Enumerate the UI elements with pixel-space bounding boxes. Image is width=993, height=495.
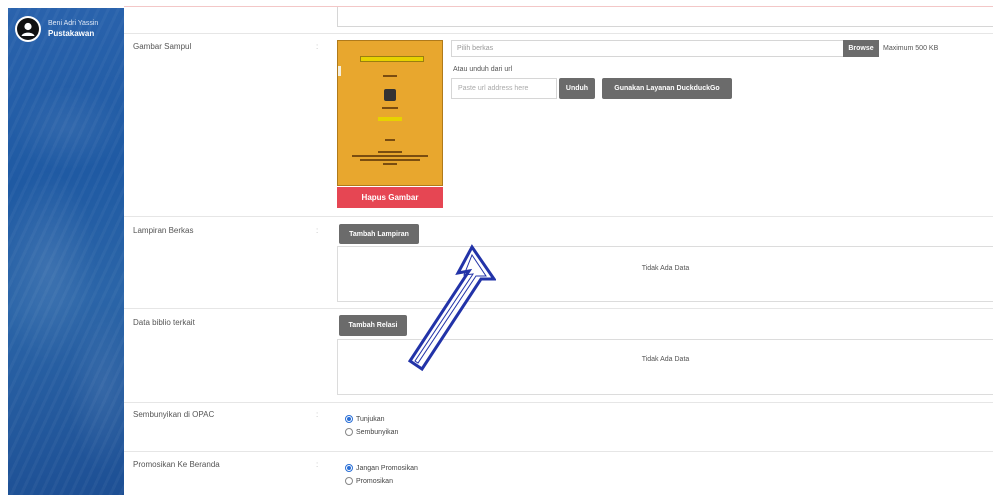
radio-unselected-icon[interactable] [345, 477, 353, 485]
cover-colon: : [316, 42, 319, 51]
avatar[interactable] [15, 16, 41, 42]
url-label: Atau unduh dari url [453, 66, 513, 73]
radio-selected-icon[interactable] [345, 464, 353, 472]
add-relation-button[interactable]: Tambah Relasi [339, 315, 407, 336]
cover-label: Gambar Sampul [133, 42, 192, 51]
row-divider [124, 216, 993, 217]
radio-hide-label: Sembunyikan [356, 428, 399, 436]
radio-promote-label: Promosikan [356, 477, 393, 485]
url-input[interactable]: Paste url address here [451, 78, 557, 99]
row-divider [124, 451, 993, 452]
duckduckgo-button[interactable]: Gunakan Layanan DuckduckGo [602, 78, 732, 99]
hide-opac-label: Sembunyikan di OPAC [133, 410, 215, 419]
sidebar: Beni Adri Yassin Pustakawan [8, 8, 124, 495]
main-form: Gambar Sampul : Hapus Gambar Pilih berka… [124, 0, 993, 495]
promote-label: Promosikan Ke Beranda [133, 460, 220, 469]
cover-title-bar [360, 56, 424, 62]
hide-opac-colon: : [316, 410, 319, 419]
cover-text-line [338, 139, 442, 141]
cover-text-line [338, 163, 442, 165]
cover-logo [384, 89, 396, 101]
browse-button[interactable]: Browse [843, 40, 879, 57]
file-input[interactable]: Pilih berkas [451, 40, 843, 57]
user-role: Pustakawan [48, 29, 95, 38]
row-divider [124, 33, 993, 34]
radio-promote[interactable]: Promosikan [345, 477, 393, 485]
user-name: Beni Adri Yassin [48, 20, 99, 27]
radio-no-promote[interactable]: Jangan Promosikan [345, 464, 418, 472]
cover-text-line [338, 75, 442, 77]
promote-colon: : [316, 460, 319, 469]
annotation-arrow-icon [407, 244, 496, 372]
user-icon [17, 18, 39, 40]
related-label: Data biblio terkait [133, 318, 195, 327]
cover-text-line [338, 159, 442, 161]
radio-hide[interactable]: Sembunyikan [345, 428, 398, 436]
attachment-colon: : [316, 226, 319, 235]
radio-selected-icon[interactable] [345, 415, 353, 423]
previous-field-input[interactable] [337, 7, 993, 27]
cover-text-line [338, 155, 442, 157]
row-divider [124, 402, 993, 403]
radio-no-promote-label: Jangan Promosikan [356, 464, 418, 472]
cover-text-line [338, 107, 442, 109]
sidebar-background [8, 8, 124, 495]
cover-author-bar [378, 117, 402, 121]
download-button[interactable]: Unduh [559, 78, 595, 99]
cover-image [337, 40, 443, 186]
radio-show-label: Tunjukan [356, 415, 385, 423]
radio-unselected-icon[interactable] [345, 428, 353, 436]
row-divider [124, 308, 993, 309]
attachment-label: Lampiran Berkas [133, 226, 194, 235]
max-size-hint: Maximum 500 KB [883, 45, 939, 52]
cover-text-line [338, 151, 442, 153]
radio-show[interactable]: Tunjukan [345, 415, 385, 423]
delete-cover-button[interactable]: Hapus Gambar [337, 187, 443, 208]
add-attachment-button[interactable]: Tambah Lampiran [339, 224, 419, 244]
